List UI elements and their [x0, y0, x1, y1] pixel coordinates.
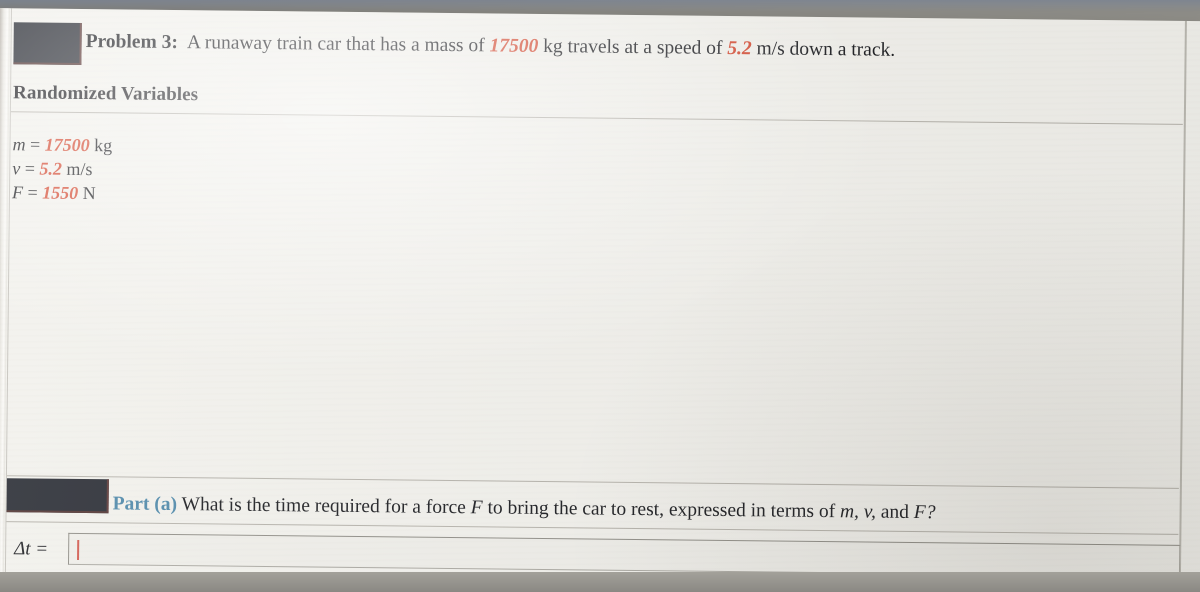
randomized-variables-heading: Randomized Variables — [12, 82, 199, 106]
part-a-symbol-mass: m, — [839, 501, 860, 523]
variable-value: 1550 — [42, 182, 79, 203]
problem-thumbnail-redacted — [13, 22, 82, 65]
variable-equals: = — [24, 158, 36, 179]
variable-unit: m/s — [66, 158, 93, 180]
variable-unit: N — [82, 182, 96, 204]
variable-row-velocity: v = 5.2 m/s — [12, 156, 112, 181]
part-a-tag: Part (a) — [112, 493, 178, 516]
problem-text-after-mass: kg travels at a speed of — [543, 35, 723, 59]
variable-equals: = — [27, 182, 38, 203]
part-a-question: Part (a) What is the time required for a… — [113, 493, 1173, 526]
problem-page: Problem 3: A runaway train car that has a… — [0, 8, 1200, 592]
answer-input[interactable] — [67, 532, 1181, 577]
variable-symbol: F — [11, 182, 24, 203]
problem-text-after-speed: m/s down a track. — [756, 38, 896, 61]
problem-mass-value: 17500 — [489, 35, 539, 57]
variable-row-mass: m = 17500 kg — [12, 132, 112, 157]
part-a-text-1: What is the time required for a force — [181, 494, 466, 519]
variable-symbol: v — [12, 158, 21, 179]
variable-unit: kg — [94, 135, 113, 156]
variable-equals: = — [29, 134, 41, 155]
problem-text-before-mass: A runaway train car that has a mass of — [186, 32, 485, 57]
divider-above-part-a — [6, 475, 1179, 489]
screenshot-photo: Problem 3: A runaway train car that has a… — [0, 0, 1200, 592]
screen-bottom-edge-band — [0, 572, 1200, 592]
variable-symbol: m — [12, 134, 26, 155]
part-a-text-2: to bring the car to rest, expressed in t… — [487, 497, 836, 523]
problem-speed-value: 5.2 — [727, 37, 752, 60]
part-a-symbol-force-2: F? — [913, 502, 936, 524]
randomized-variables-list: m = 17500 kg v = 5.2 m/s F = 1550 N — [12, 132, 112, 205]
part-a-thumbnail-redacted — [6, 478, 109, 514]
answer-label: Δt = — [14, 538, 49, 560]
variable-value: 17500 — [44, 134, 90, 156]
problem-label: Problem 3: — [85, 31, 179, 54]
content-right-border — [1178, 20, 1187, 592]
part-a-text-3: and — [880, 501, 910, 523]
problem-statement: Problem 3: A runaway train car that has a… — [86, 31, 1166, 65]
variable-value: 5.2 — [39, 158, 63, 179]
part-a-symbol-velocity: v, — [863, 501, 877, 523]
variable-row-force: F = 1550 N — [12, 180, 112, 205]
text-caret — [77, 539, 80, 560]
part-a-symbol-force: F — [470, 497, 483, 519]
divider-below-heading — [10, 111, 1183, 125]
